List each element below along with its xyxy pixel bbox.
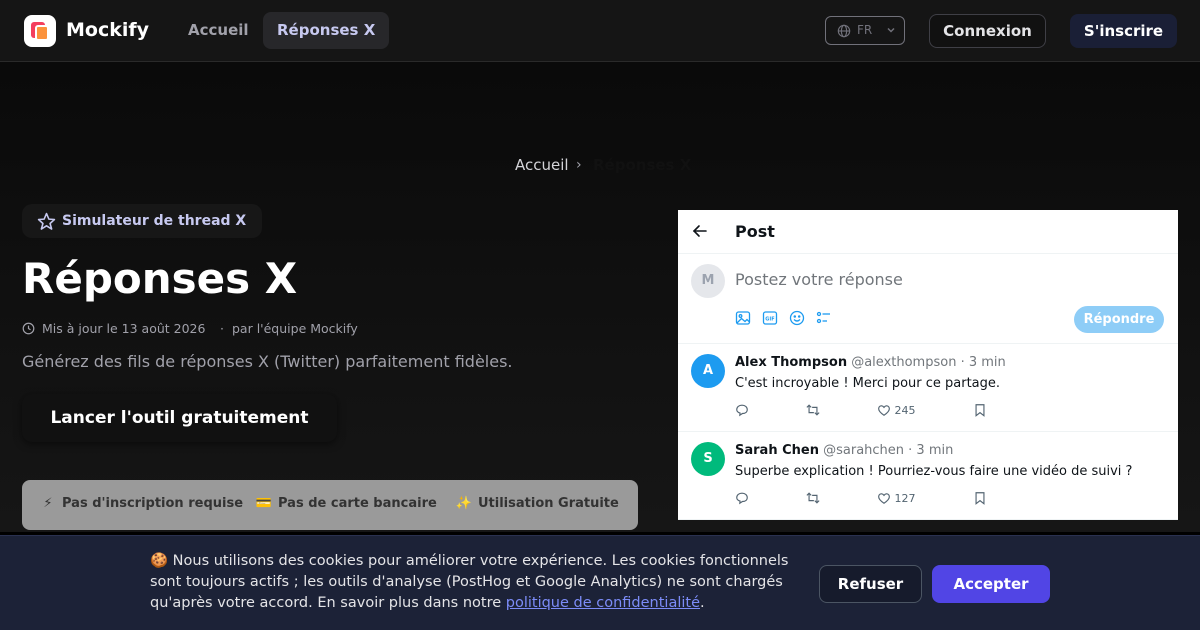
breadcrumb-current: Réponses X (593, 156, 692, 174)
image-icon[interactable] (735, 310, 751, 326)
credit-card-icon: 💳 (255, 496, 273, 511)
breadcrumb-separator: › (576, 157, 582, 173)
x-post-header: Post (678, 210, 1178, 254)
nav-reponses-x-link[interactable]: Réponses X (263, 12, 390, 49)
author-handle: @alexthompson (851, 355, 957, 370)
privacy-policy-link[interactable]: politique de confidentialité (506, 595, 700, 611)
like-button[interactable]: 245 (877, 403, 916, 417)
badge-label: Simulateur de thread X (62, 213, 247, 229)
heart-icon (878, 493, 890, 504)
like-count: 127 (894, 492, 916, 505)
author-handle: @sarahchen (823, 443, 905, 458)
like-count: 245 (894, 404, 916, 417)
cookie-message: 🍪 Nous utilisons des cookies pour amélio… (150, 551, 810, 614)
x-header-title: Post (735, 222, 775, 241)
chevron-down-icon (887, 27, 895, 33)
retweet-icon[interactable] (806, 403, 820, 417)
post-meta: Alex Thompson @alexthompson · 3 min (735, 355, 1006, 370)
launch-tool-button[interactable]: Lancer l'outil gratuitement (22, 394, 337, 442)
page-title: Réponses X (22, 254, 298, 303)
language-code: FR (857, 23, 873, 37)
sparkles-icon: ✨ (455, 496, 473, 511)
post-text: C'est incroyable ! Merci pour ce partage… (735, 376, 1001, 391)
refuse-cookies-button[interactable]: Refuser (819, 565, 922, 603)
lightning-icon: ⚡ (43, 496, 53, 511)
feature-no-card: 💳 Pas de carte bancaire (254, 496, 437, 511)
updated-date: Mis à jour le 13 août 2026 (42, 321, 206, 336)
author-name: Sarah Chen (735, 443, 819, 458)
avatar: M (691, 264, 725, 298)
heart-icon (878, 405, 890, 416)
reply-button[interactable]: Répondre (1074, 306, 1164, 333)
post-text: Superbe explication ! Pourriez-vous fair… (735, 464, 1133, 479)
features-bar: ⚡ Pas d'inscription requise 💳 Pas de carte… (22, 480, 638, 530)
like-button[interactable]: 127 (877, 491, 916, 505)
poll-icon[interactable] (816, 310, 832, 326)
accept-cookies-button[interactable]: Accepter (932, 565, 1050, 603)
signup-button[interactable]: S'inscrire (1070, 14, 1177, 48)
x-reply-post: A Alex Thompson @alexthompson · 3 min C'… (678, 344, 1178, 432)
breadcrumb-home-link[interactable]: Accueil (515, 156, 569, 174)
page-subtitle: Générez des fils de réponses X (Twitter)… (22, 352, 513, 371)
author-label: par l'équipe Mockify (232, 321, 358, 336)
bookmark-icon[interactable] (973, 491, 987, 505)
post-meta: Sarah Chen @sarahchen · 3 min (735, 443, 953, 458)
post-time: · 3 min (960, 355, 1006, 370)
x-thread-preview: Post M Postez votre réponse GIF Répondre… (678, 210, 1178, 520)
bookmark-icon[interactable] (973, 403, 987, 417)
feature-label: Utilisation Gratuite (478, 496, 619, 511)
tool-badge: Simulateur de thread X (22, 204, 263, 238)
cookie-icon: 🍪 (150, 553, 169, 569)
post-time: · 3 min (908, 443, 954, 458)
top-navbar: Mockify Accueil Réponses X FR Connexion … (0, 0, 1200, 62)
svg-text:GIF: GIF (765, 317, 774, 323)
x-reply-post: S Sarah Chen @sarahchen · 3 min Superbe … (678, 432, 1178, 520)
feature-label: Pas de carte bancaire (278, 496, 437, 511)
back-arrow-icon[interactable] (692, 223, 708, 239)
reply-icon[interactable] (735, 403, 749, 417)
feature-label: Pas d'inscription requise (62, 496, 244, 511)
cookie-text-end: . (700, 595, 705, 611)
x-reply-composer: M Postez votre réponse GIF Répondre (678, 254, 1178, 344)
author-name: Alex Thompson (735, 355, 848, 370)
nav-home-link[interactable]: Accueil (174, 12, 263, 49)
login-button[interactable]: Connexion (929, 14, 1046, 48)
reply-input[interactable]: Postez votre réponse (735, 270, 903, 289)
retweet-icon[interactable] (806, 491, 820, 505)
mockify-logo-icon[interactable] (24, 15, 56, 47)
feature-free: ✨ Utilisation Gratuite (454, 496, 619, 511)
brand-name[interactable]: Mockify (66, 19, 149, 41)
emoji-icon[interactable] (789, 310, 805, 326)
feature-no-signup: ⚡ Pas d'inscription requise (38, 496, 243, 511)
reply-icon[interactable] (735, 491, 749, 505)
star-icon (37, 212, 56, 230)
avatar: A (691, 354, 725, 388)
avatar: S (691, 442, 725, 476)
clock-icon (22, 322, 35, 335)
gif-icon[interactable]: GIF (762, 310, 778, 326)
meta-separator: · (220, 321, 224, 336)
language-selector[interactable]: FR (825, 16, 905, 45)
cookie-banner: 🍪 Nous utilisons des cookies pour amélio… (0, 535, 1200, 630)
globe-icon (837, 24, 851, 38)
